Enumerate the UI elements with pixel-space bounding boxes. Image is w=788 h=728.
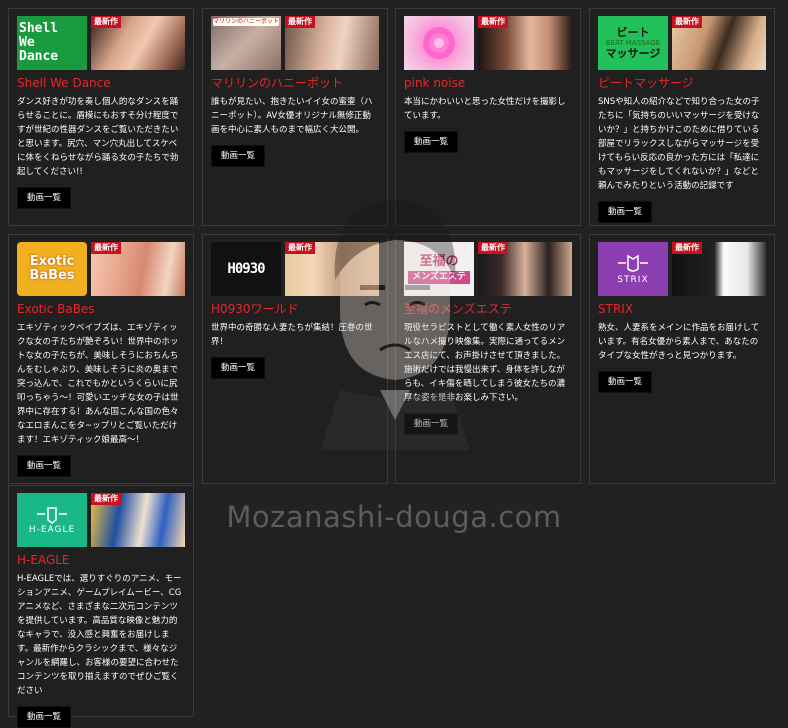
new-release-badge: 最新作 [91, 242, 121, 254]
site-description: SNSや知人の紹介などで知り合った女の子たちに「気持ちのいいマッサージを受けない… [598, 97, 760, 191]
new-release-badge: 最新作 [478, 242, 508, 254]
site-card-marilyn-honey-pot: マリリンのハニーポット 最新作 マリリンのハニーポット 誰もが見たい、抱きたいイ… [202, 8, 388, 226]
site-logo[interactable]: マリリンのハニーポット [211, 16, 281, 70]
video-list-button[interactable]: 動画一覧 [211, 145, 266, 167]
site-logo[interactable]: 至福の メンズエステ [404, 242, 474, 296]
site-title-link[interactable]: マリリンのハニーポット [211, 76, 379, 91]
logo-text: ビート [616, 26, 650, 39]
logo-text: メンズエステ [408, 271, 470, 284]
site-logo[interactable]: H0930 [211, 242, 281, 296]
site-description: H-EAGLEでは、選りすぐりのアニメ、モーションアニメ、ゲームプレイムービー、… [17, 574, 182, 696]
site-logo[interactable]: Exotic BaBes [17, 242, 87, 296]
logo-text: H0930 [227, 261, 265, 277]
eagle-icon [37, 507, 67, 524]
card-thumbnails[interactable]: Shell We Dance 最新作 [17, 16, 185, 70]
site-title-link[interactable]: pink noise [404, 76, 572, 91]
site-title-link[interactable]: ビートマッサージ [598, 76, 766, 91]
latest-thumbnail[interactable]: 最新作 [285, 16, 379, 70]
logo-text: H-EAGLE [28, 525, 76, 535]
card-thumbnails[interactable]: Exotic BaBes 最新作 [17, 242, 185, 296]
card-thumbnails[interactable]: 最新作 [404, 16, 572, 70]
site-description: 本当にかわいいと思った女性だけを撮影しています。 [404, 97, 566, 121]
latest-thumbnail[interactable]: 最新作 [478, 16, 572, 70]
latest-thumbnail[interactable]: 最新作 [672, 242, 766, 296]
flower-icon [423, 27, 455, 59]
video-list-button[interactable]: 動画一覧 [598, 371, 653, 393]
site-logo[interactable]: ビート BEAT MASSAGE マッサージ [598, 16, 668, 70]
logo-text: Dance [19, 49, 59, 64]
new-release-badge: 最新作 [672, 242, 702, 254]
site-title-link[interactable]: H0930ワールド [211, 302, 379, 317]
card-thumbnails[interactable]: ビート BEAT MASSAGE マッサージ 最新作 [598, 16, 766, 70]
site-title-link[interactable]: Exotic BaBes [17, 302, 185, 317]
site-card-shifuku-mens-esthe: 至福の メンズエステ 最新作 至福のメンズエステ 現役セラピストとして働く素人女… [395, 234, 581, 484]
site-card-exotic-babes: Exotic BaBes 最新作 Exotic BaBes エキゾティックベイブ… [8, 234, 194, 484]
site-description: 熟女、人妻系をメインに作品をお届けしています。有名女優から素人まで、あなたのタイ… [598, 323, 760, 361]
video-list-button[interactable]: 動画一覧 [404, 413, 459, 435]
new-release-badge: 最新作 [672, 16, 702, 28]
logo-text: マリリンのハニーポット [213, 18, 279, 26]
video-list-button[interactable]: 動画一覧 [17, 187, 72, 209]
video-list-button[interactable]: 動画一覧 [17, 455, 72, 477]
logo-text: 至福の [419, 254, 459, 269]
site-title-link[interactable]: STRIX [598, 302, 766, 317]
site-title-link[interactable]: H-EAGLE [17, 553, 185, 568]
site-logo[interactable]: Shell We Dance [17, 16, 87, 70]
video-list-button[interactable]: 動画一覧 [404, 131, 459, 153]
card-thumbnails[interactable]: H0930 最新作 [211, 242, 379, 296]
latest-thumbnail[interactable]: 最新作 [91, 493, 185, 547]
logo-text: BEAT MASSAGE [605, 39, 661, 47]
new-release-badge: 最新作 [478, 16, 508, 28]
site-title-link[interactable]: 至福のメンズエステ [404, 302, 572, 317]
video-list-button[interactable]: 動画一覧 [211, 357, 266, 379]
site-description: 誰もが見たい、抱きたいイイ女の蜜壷（ハニーポット）。AV女優オリジナル無修正動画… [211, 97, 373, 135]
site-logo[interactable] [404, 16, 474, 70]
site-card-h-eagle: H-EAGLE 最新作 H-EAGLE H-EAGLEでは、選りすぐりのアニメ、… [8, 485, 194, 728]
video-list-button[interactable]: 動画一覧 [17, 706, 72, 728]
video-list-button[interactable]: 動画一覧 [598, 201, 653, 223]
new-release-badge: 最新作 [285, 16, 315, 28]
latest-thumbnail[interactable]: 最新作 [478, 242, 572, 296]
new-release-badge: 最新作 [91, 16, 121, 28]
site-card-h0930-world: H0930 最新作 H0930ワールド 世界中の奇勝な人妻たちが集結！圧巻の世界… [202, 234, 388, 484]
logo-text: Exotic [29, 254, 75, 269]
site-title-link[interactable]: Shell We Dance [17, 76, 185, 91]
card-thumbnails[interactable]: STRIX 最新作 [598, 242, 766, 296]
latest-thumbnail[interactable]: 最新作 [91, 16, 185, 70]
site-description: 世界中の奇勝な人妻たちが集結！圧巻の世界！ [211, 323, 373, 347]
site-card-pink-noise: 最新作 pink noise 本当にかわいいと思った女性だけを撮影しています。 … [395, 8, 581, 226]
logo-text: BaBes [29, 268, 75, 283]
card-thumbnails[interactable]: マリリンのハニーポット 最新作 [211, 16, 379, 70]
site-card-shell-we-dance: Shell We Dance 最新作 Shell We Dance ダンス好きが… [8, 8, 194, 226]
logo-text: Shell [19, 21, 59, 36]
site-card-beat-massage: ビート BEAT MASSAGE マッサージ 最新作 ビートマッサージ SNSや… [589, 8, 775, 226]
new-release-badge: 最新作 [285, 242, 315, 254]
card-thumbnails[interactable]: 至福の メンズエステ 最新作 [404, 242, 572, 296]
owl-icon [618, 254, 648, 272]
logo-text: STRIX [617, 275, 649, 285]
site-description: 現役セラピストとして働く素人女性のリアルなハメ撮り映像集。実際に通ってるメンエス… [404, 323, 566, 403]
site-logo[interactable]: H-EAGLE [17, 493, 87, 547]
logo-text: We [19, 35, 35, 50]
new-release-badge: 最新作 [91, 493, 121, 505]
card-thumbnails[interactable]: H-EAGLE 最新作 [17, 493, 185, 547]
latest-thumbnail[interactable]: 最新作 [672, 16, 766, 70]
latest-thumbnail[interactable]: 最新作 [285, 242, 379, 296]
latest-thumbnail[interactable]: 最新作 [91, 242, 185, 296]
site-logo[interactable]: STRIX [598, 242, 668, 296]
site-description: エキゾティックベイブズは、エキゾティックな女の子たちが艶ぞろい！世界中のホットな… [17, 323, 179, 445]
logo-text: マッサージ [605, 47, 661, 60]
site-description: ダンス好きが功を奏し個人的なダンスを踊らせることに。盾模にもおすそ分け程度ですが… [17, 97, 179, 177]
site-card-strix: STRIX 最新作 STRIX 熟女、人妻系をメインに作品をお届けしています。有… [589, 234, 775, 484]
